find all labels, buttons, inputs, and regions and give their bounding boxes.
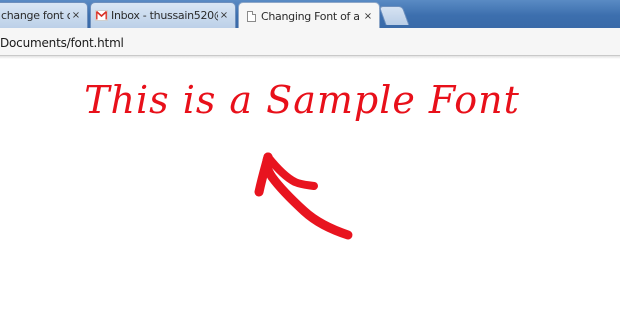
arrow-head-left	[254, 152, 273, 197]
hand-drawn-arrow	[254, 152, 353, 240]
